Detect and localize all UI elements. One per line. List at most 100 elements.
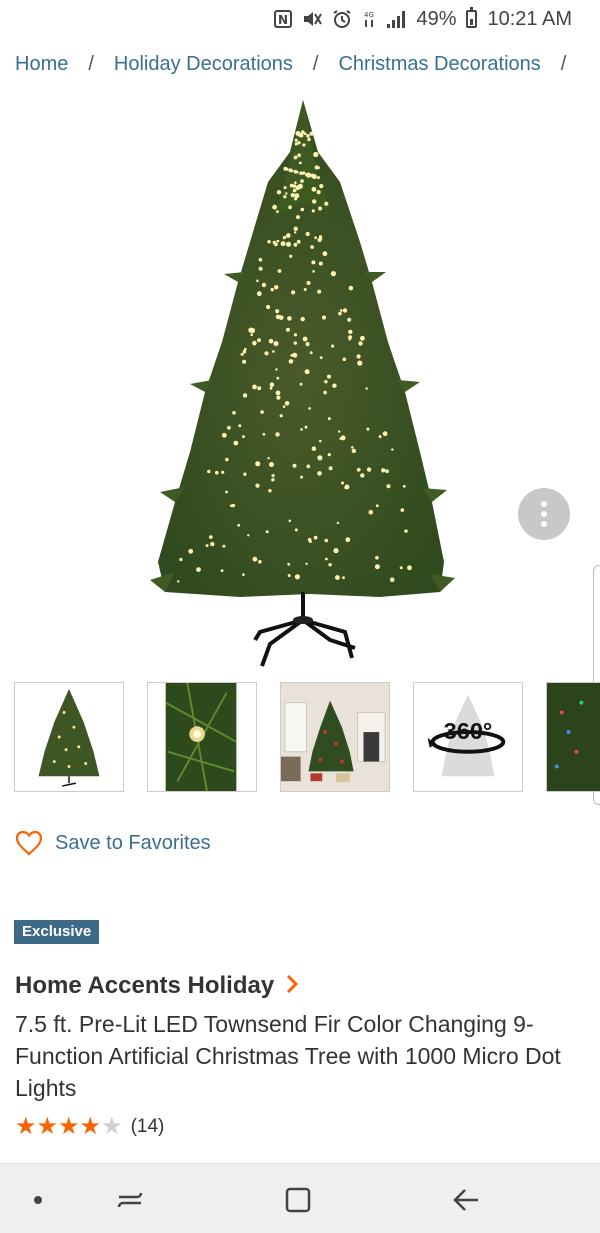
rating[interactable]: ★★★★★ (14) [15,1114,164,1140]
tree-light [300,207,305,212]
more-dot [541,501,547,507]
tree-light [305,172,312,178]
tree-light [276,190,282,195]
tree-light [247,534,250,537]
tree-light [272,350,275,353]
thumbnail-lights[interactable] [546,682,600,792]
tree-light [302,336,308,342]
recent-apps-icon[interactable] [112,1182,148,1218]
tree-light [303,132,307,135]
tree-light [338,311,342,316]
product-main-image[interactable] [0,92,600,672]
tree-light [282,235,287,240]
tree-light [316,166,320,170]
tree-light [255,483,260,488]
breadcrumb-separator: / [88,52,94,75]
tree-light [311,186,317,192]
breadcrumb-home[interactable]: Home [15,53,68,76]
tree-light [273,341,279,347]
tree-light [333,548,339,554]
tree-light [255,461,261,467]
tree-light [294,142,298,146]
tree-light [365,387,368,390]
tree-light [327,417,331,421]
tree-light [307,137,311,140]
tree-light [342,576,345,580]
tree-light [292,184,297,188]
more-dot [541,511,547,517]
thumbnail-room[interactable] [280,682,390,792]
tree-light [332,383,337,388]
tree-light [360,335,365,341]
tree-light [291,290,296,295]
nfc-icon: N [274,10,293,28]
tree-light [305,231,310,237]
tree-light [238,424,242,428]
more-options-button[interactable] [518,488,570,540]
tree-light [227,425,231,430]
tree-light [368,510,374,515]
star-filled-icon: ★ [79,1113,102,1140]
alarm-icon [332,9,352,29]
tree-light [293,333,297,337]
tree-light [399,566,403,570]
save-to-favorites-button[interactable]: Save to Favorites [15,830,211,856]
tree-light [285,167,289,171]
tree-light [318,261,323,266]
tree-light [311,246,314,249]
tree-light [324,380,328,384]
tree-light [311,209,315,213]
breadcrumb-christmas-decorations[interactable]: Christmas Decorations [338,53,540,76]
tree-light [319,356,323,359]
tree-light [304,425,308,429]
tree-light [237,523,241,527]
back-icon[interactable] [448,1182,484,1218]
brand-link[interactable]: Home Accents Holiday [15,970,299,1001]
product-title: 7.5 ft. Pre-Lit LED Townsend Fir Color C… [15,1011,561,1101]
tree-light [285,327,290,332]
tree-light [258,266,263,271]
tree-light [290,169,294,173]
tree-light [288,205,292,210]
tree-light [290,193,295,198]
tree-light [327,374,331,379]
tree-light [232,411,236,415]
tree-light [294,197,298,201]
tree-light [287,233,291,237]
tree-light [242,573,245,576]
tree-light [300,475,304,479]
mute-icon [302,10,323,28]
tree-light [300,179,304,183]
home-icon[interactable] [280,1182,316,1218]
more-dot [541,521,547,527]
thumbnail-tree[interactable] [14,682,124,792]
tree-light [356,354,361,359]
tree-light [340,309,343,312]
tree-light [287,574,291,577]
thumbnail-360-view[interactable]: 360° [413,682,523,792]
tree-light [319,439,322,443]
tree-light [252,340,257,346]
tree-light [325,557,328,561]
tree-light [294,231,297,234]
tree-light [177,580,180,583]
tree-light [318,206,323,211]
thumbnail-360-label: 360° [444,718,493,744]
tree-light [293,242,298,247]
rating-stars: ★★★★★ [15,1114,123,1140]
tree-light [294,138,298,142]
tree-light [305,562,308,565]
tree-light [290,353,294,357]
tree-light [275,368,278,371]
tree-light [220,569,224,572]
breadcrumb-holiday-decorations[interactable]: Holiday Decorations [114,53,293,76]
thumbnail-closeup[interactable] [147,682,257,792]
tree-light [288,359,294,364]
tree-light [288,519,292,523]
tree-light [308,540,312,543]
tree-light [242,393,248,398]
tree-light [341,481,344,485]
star-filled-icon: ★ [58,1113,80,1140]
tree-light [293,353,298,358]
tree-light [265,530,269,534]
